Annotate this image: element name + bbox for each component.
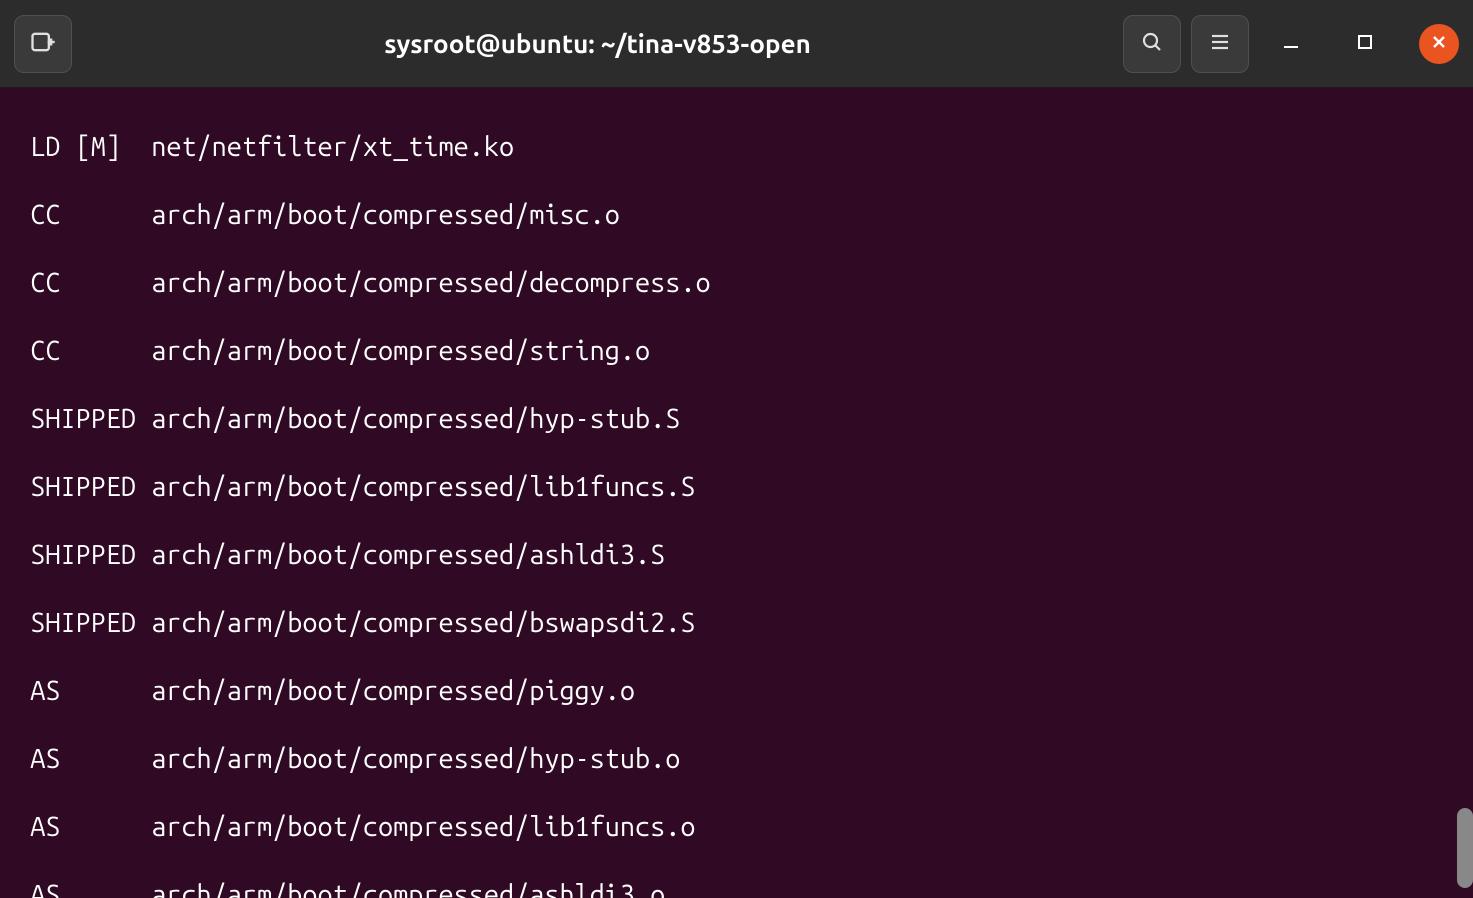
scrollbar[interactable] xyxy=(1455,88,1473,898)
titlebar-right xyxy=(1123,15,1459,73)
new-tab-button[interactable] xyxy=(14,15,72,73)
close-button[interactable] xyxy=(1419,24,1459,64)
scrollbar-thumb[interactable] xyxy=(1457,808,1473,888)
search-button[interactable] xyxy=(1123,15,1181,73)
maximize-icon xyxy=(1357,34,1373,54)
terminal-line: AS arch/arm/boot/compressed/lib1funcs.o xyxy=(0,810,1473,844)
terminal-line: AS arch/arm/boot/compressed/piggy.o xyxy=(0,674,1473,708)
maximize-button[interactable] xyxy=(1345,24,1385,64)
minimize-icon xyxy=(1282,33,1300,55)
terminal-line: SHIPPED arch/arm/boot/compressed/ashldi3… xyxy=(0,538,1473,572)
menu-button[interactable] xyxy=(1191,15,1249,73)
titlebar: sysroot@ubuntu: ~/tina-v853-open xyxy=(0,0,1473,88)
window-title: sysroot@ubuntu: ~/tina-v853-open xyxy=(82,29,1113,58)
minimize-button[interactable] xyxy=(1271,24,1311,64)
terminal-line: CC arch/arm/boot/compressed/string.o xyxy=(0,334,1473,368)
terminal-line: SHIPPED arch/arm/boot/compressed/hyp-stu… xyxy=(0,402,1473,436)
terminal-line: SHIPPED arch/arm/boot/compressed/lib1fun… xyxy=(0,470,1473,504)
hamburger-icon xyxy=(1208,30,1232,58)
search-icon xyxy=(1140,30,1164,58)
terminal-body[interactable]: LD [M] net/netfilter/xt_time.ko CC arch/… xyxy=(0,88,1473,898)
close-icon xyxy=(1431,34,1447,54)
terminal-line: CC arch/arm/boot/compressed/misc.o xyxy=(0,198,1473,232)
terminal-line: AS arch/arm/boot/compressed/hyp-stub.o xyxy=(0,742,1473,776)
terminal-line: LD [M] net/netfilter/xt_time.ko xyxy=(0,130,1473,164)
new-tab-icon xyxy=(29,28,57,60)
terminal-line: AS arch/arm/boot/compressed/ashldi3.o xyxy=(0,878,1473,898)
terminal-line: SHIPPED arch/arm/boot/compressed/bswapsd… xyxy=(0,606,1473,640)
terminal-line: CC arch/arm/boot/compressed/decompress.o xyxy=(0,266,1473,300)
